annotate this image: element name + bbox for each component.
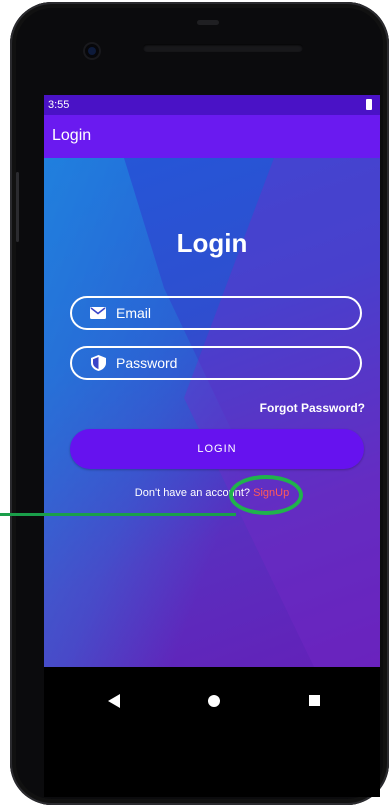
app-bar-title: Login (52, 127, 92, 144)
password-placeholder: Password (116, 355, 178, 371)
annotation-highlight-circle (229, 475, 303, 515)
email-placeholder: Email (116, 305, 152, 321)
recent-apps-icon[interactable] (309, 695, 320, 706)
forgot-password-link[interactable]: Forgot Password? (260, 401, 365, 415)
phone-frame: 3:55 Login Login Email Password Forgot P… (10, 2, 389, 805)
shield-icon (90, 355, 106, 371)
home-icon[interactable] (208, 695, 220, 707)
phone-side-button (16, 172, 19, 242)
navigation-bar (44, 667, 380, 747)
email-field[interactable]: Email (70, 296, 362, 330)
back-icon[interactable] (108, 693, 120, 712)
email-icon (90, 305, 106, 321)
battery-icon (366, 99, 372, 110)
front-camera (83, 42, 101, 60)
password-field[interactable]: Password (70, 346, 362, 380)
phone-screen: 3:55 Login Login Email Password Forgot P… (44, 95, 380, 797)
app-bar: Login (44, 115, 380, 158)
status-time: 3:55 (48, 99, 70, 111)
login-button[interactable]: LOGIN (70, 429, 364, 469)
annotation-pointer-line (0, 513, 236, 516)
login-heading: Login (176, 228, 248, 258)
signup-prompt-line: Don't have an account? SignUp (44, 487, 380, 499)
login-screen: Login Email Password Forgot Password? LO… (44, 158, 380, 667)
status-bar: 3:55 (44, 95, 380, 115)
phone-top-sensor (197, 20, 219, 25)
phone-earpiece (143, 44, 303, 52)
